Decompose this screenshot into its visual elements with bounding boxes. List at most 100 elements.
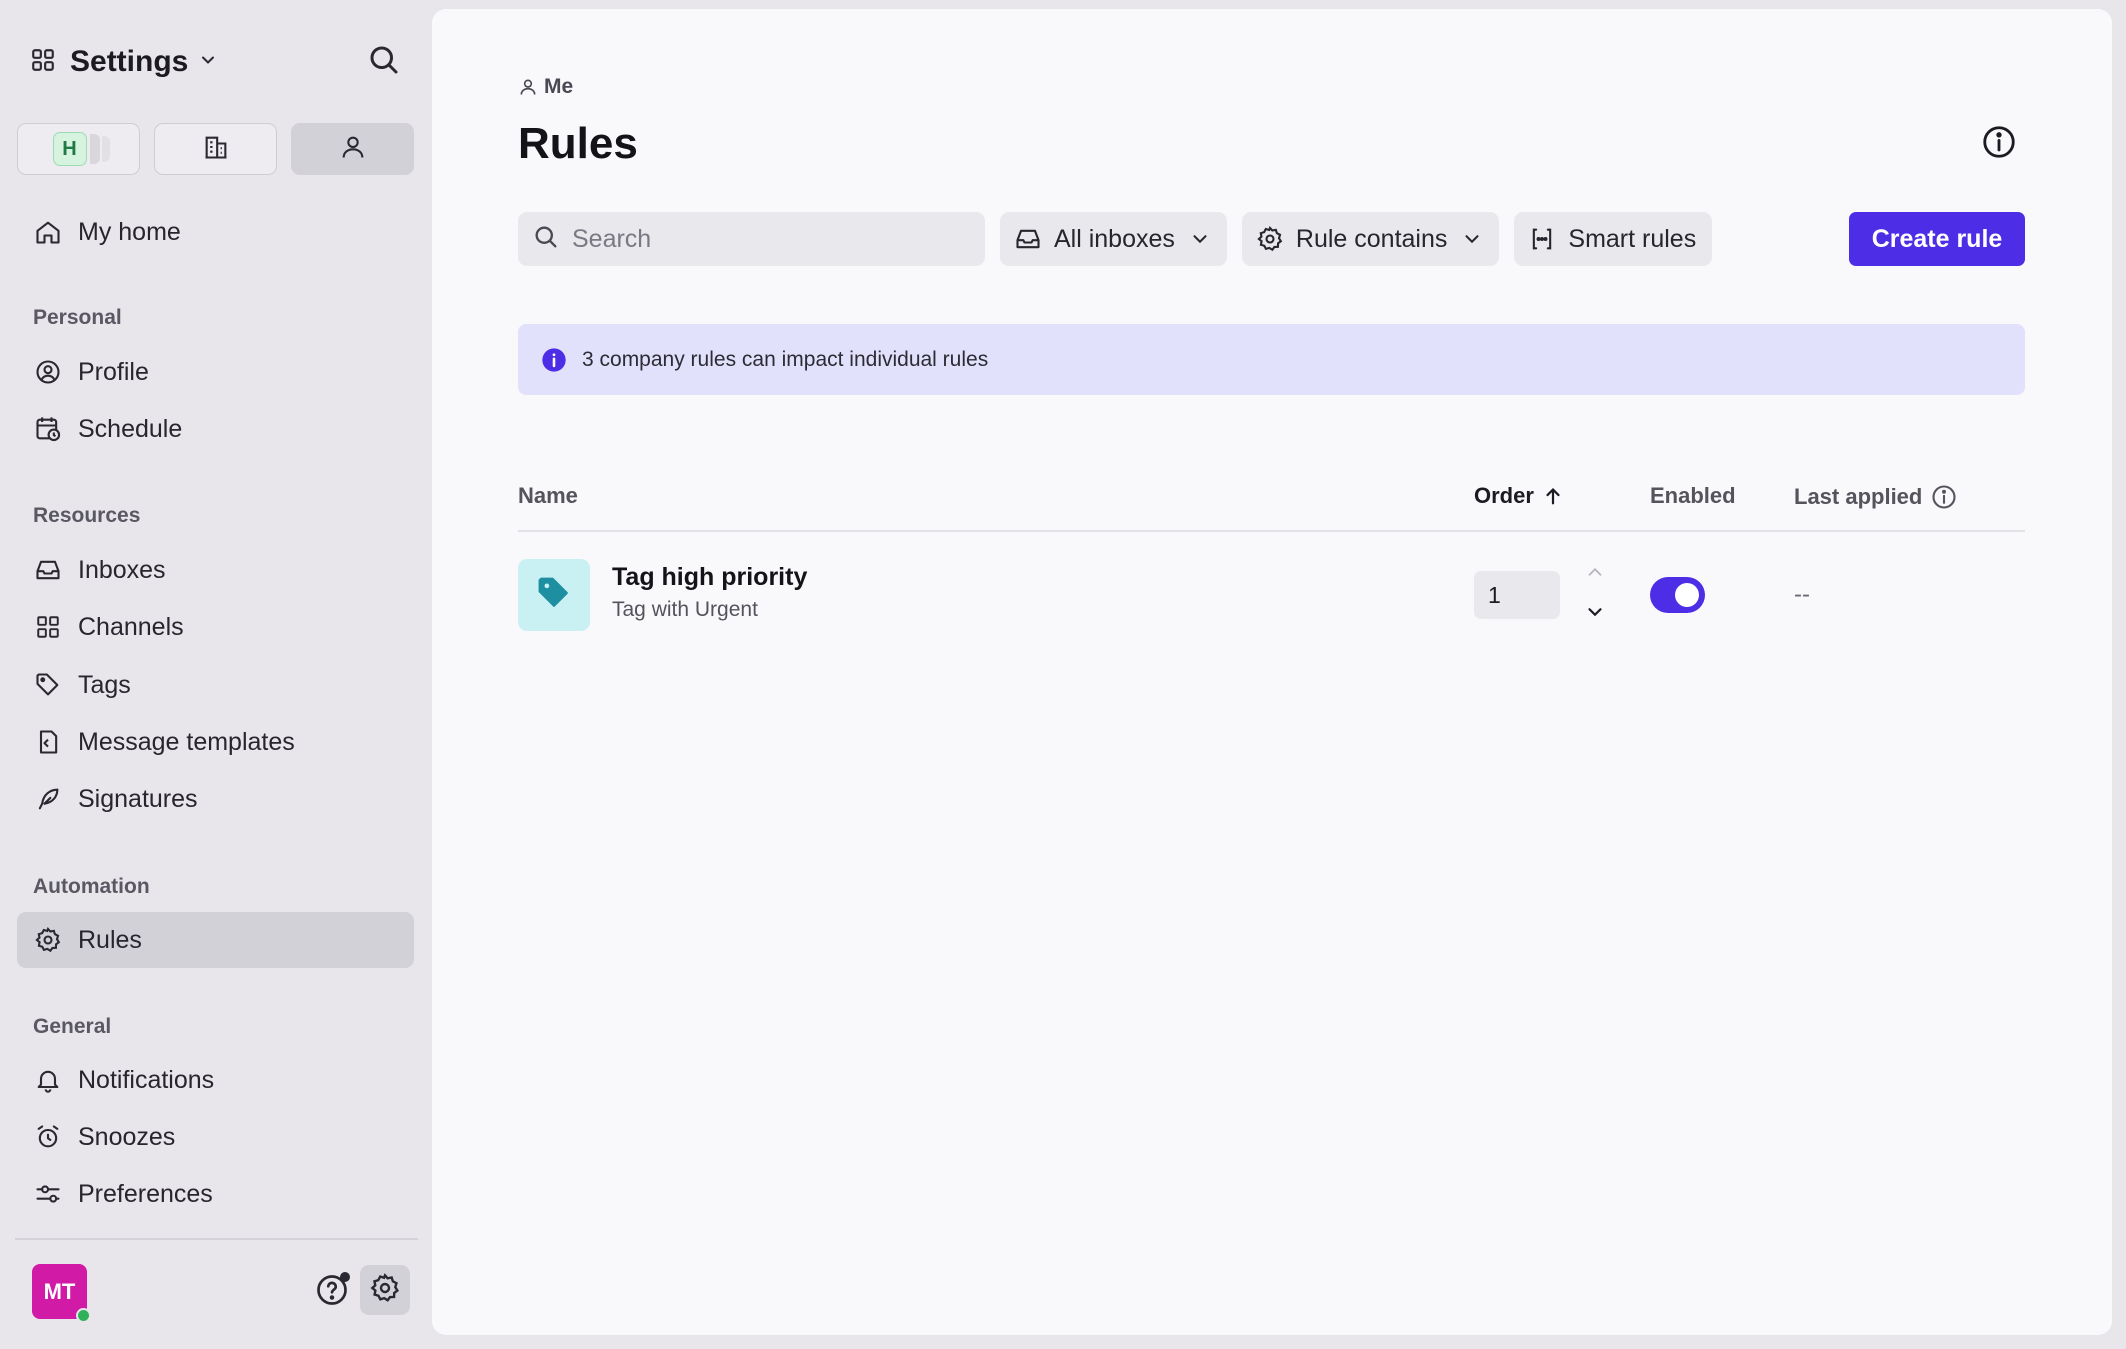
info-filled-icon [540,346,568,374]
info-icon[interactable] [1930,483,1958,511]
calendar-clock-icon [33,414,63,444]
gear-icon [369,1272,401,1309]
gear-icon [1256,225,1284,253]
avatar-initials: MT [43,1278,76,1304]
toolbar: All inboxes Rule contains Smart rules [518,212,1713,266]
workspace-scope-button[interactable]: H [17,123,140,175]
last-applied-value: -- [1794,581,1810,608]
sidebar-item-tags[interactable]: Tags [17,657,414,713]
section-general: General [33,1015,112,1038]
sidebar-header: Settings [30,42,402,82]
building-icon [202,133,230,166]
sidebar-item-my-home[interactable]: My home [17,204,414,260]
column-header-label: Enabled [1650,483,1736,508]
order-input[interactable] [1474,571,1560,619]
sidebar-item-label: Inboxes [78,555,166,584]
sidebar-item-label: Rules [78,925,142,954]
help-notification-dot [340,1272,350,1282]
inbox-icon [1014,225,1042,253]
avatar[interactable]: MT [32,1264,91,1323]
info-icon[interactable] [1980,123,2018,166]
section-resources: Resources [33,504,141,527]
alarm-clock-icon [33,1122,63,1152]
chevron-up-icon[interactable] [1584,561,1606,583]
rule-tag-icon-tile [518,559,590,631]
sidebar-item-rules[interactable]: Rules [17,912,414,968]
breadcrumb: Me [518,75,573,99]
company-scope-button[interactable] [154,123,277,175]
home-icon [33,217,63,247]
rule-name[interactable]: Tag high priority [612,563,807,592]
section-personal: Personal [33,306,122,329]
workspace-badge: H [52,132,110,166]
rule-description: Tag with Urgent [612,598,758,621]
help-icon[interactable] [312,1270,352,1310]
sidebar-item-channels[interactable]: Channels [17,599,414,655]
enabled-toggle[interactable] [1650,577,1705,613]
chevron-down-icon[interactable] [1584,601,1606,623]
sidebar-item-message-templates[interactable]: Message templates [17,714,414,770]
smart-rules-button[interactable]: Smart rules [1514,212,1713,266]
personal-scope-button[interactable] [291,123,414,175]
sidebar-item-label: Signatures [78,784,198,813]
sidebar-item-profile[interactable]: Profile [17,344,414,400]
column-header-label: Name [518,483,578,508]
grid-icon [33,612,63,642]
column-header-order[interactable]: Order [1474,483,1564,509]
search-icon [532,223,560,256]
search-icon[interactable] [366,42,402,83]
profile-icon [33,357,63,387]
column-header-label: Order [1474,483,1534,508]
sidebar-divider [15,1238,418,1240]
gear-icon [33,925,63,955]
column-header-name[interactable]: Name [518,483,578,509]
create-rule-button[interactable]: Create rule [1849,212,2025,266]
apps-grid-icon[interactable] [30,47,56,78]
template-icon [33,727,63,757]
sidebar-item-label: Message templates [78,727,295,756]
search-field[interactable] [518,212,985,266]
sidebar-item-notifications[interactable]: Notifications [17,1052,414,1108]
sidebar-item-label: Notifications [78,1065,215,1094]
sidebar-item-schedule[interactable]: Schedule [17,401,414,457]
bell-icon [33,1065,63,1095]
rule-contains-label: Rule contains [1295,224,1448,253]
column-header-enabled[interactable]: Enabled [1650,483,1736,509]
sidebar: Settings H My home Personal Profile Sche… [0,0,432,1349]
chevron-down-icon [1189,228,1211,250]
feather-icon [33,784,63,814]
settings-gear-button[interactable] [360,1265,410,1315]
sidebar-item-preferences[interactable]: Preferences [17,1166,414,1222]
column-header-last-applied[interactable]: Last applied [1794,483,1958,511]
sidebar-item-label: Snoozes [78,1122,176,1151]
user-icon [518,77,538,97]
tag-icon [33,670,63,700]
sidebar-item-signatures[interactable]: Signatures [17,771,414,827]
search-input[interactable] [572,224,952,254]
smart-rules-label: Smart rules [1568,224,1697,253]
smart-brackets-icon [1528,225,1556,253]
table-divider [518,530,2025,532]
sidebar-item-label: Preferences [78,1179,213,1208]
page-title: Rules [518,119,638,168]
sidebar-item-label: My home [78,217,181,246]
info-banner: 3 company rules can impact individual ru… [518,324,2025,395]
chevron-down-icon [1461,228,1483,250]
sidebar-item-label: Channels [78,612,184,641]
sidebar-item-label: Schedule [78,414,183,443]
arrow-up-icon [1542,485,1564,507]
breadcrumb-label[interactable]: Me [544,75,573,99]
inbox-filter-label: All inboxes [1054,224,1175,253]
tag-icon [535,574,573,617]
sliders-icon [33,1179,63,1209]
sidebar-item-label: Tags [78,670,131,699]
rule-contains-dropdown[interactable]: Rule contains [1241,212,1500,266]
chevron-down-icon[interactable] [198,50,218,75]
sidebar-item-label: Profile [78,357,149,386]
user-icon [339,133,367,166]
sidebar-item-snoozes[interactable]: Snoozes [17,1109,414,1165]
online-status-dot [76,1308,91,1323]
sidebar-item-inboxes[interactable]: Inboxes [17,542,414,598]
settings-title[interactable]: Settings [70,45,188,79]
inbox-filter-dropdown[interactable]: All inboxes [1000,212,1227,266]
